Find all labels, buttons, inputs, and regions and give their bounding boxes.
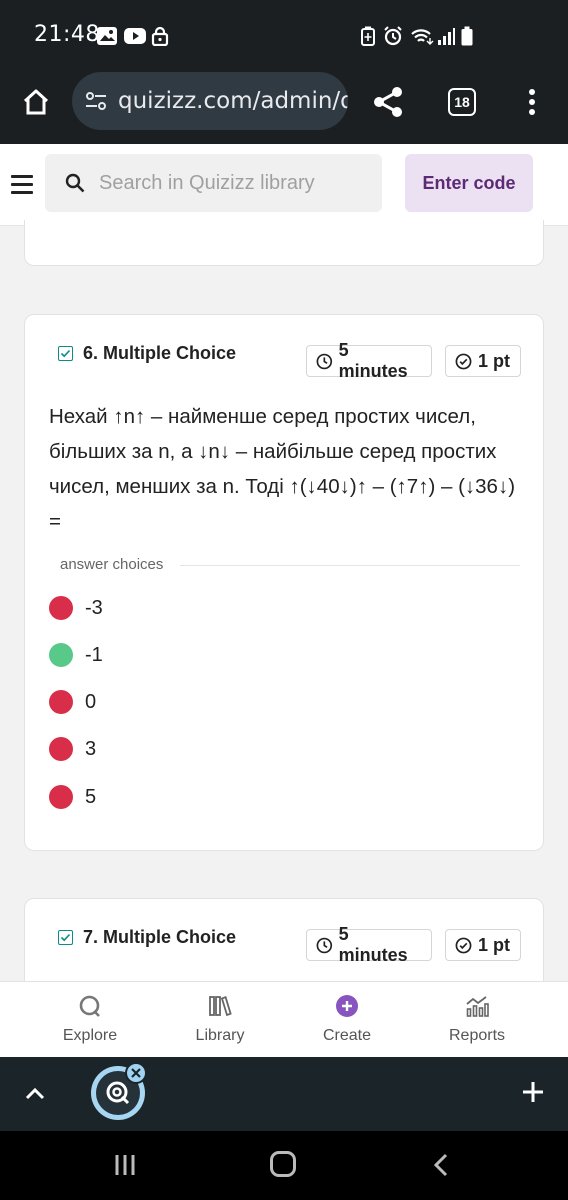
app-bottom-nav: Explore Library Create Reports [0, 981, 568, 1057]
system-home-icon[interactable] [270, 1151, 296, 1177]
home-button[interactable] [16, 82, 56, 122]
answer-value: 3 [85, 737, 97, 760]
answer-choice: -1 [49, 642, 103, 668]
library-icon [209, 996, 232, 1017]
address-bar-row: quizizz.com/admin/quiz 18 [0, 72, 568, 132]
incorrect-indicator [49, 785, 73, 809]
back-icon[interactable] [432, 1152, 450, 1178]
reports-icon [466, 996, 489, 1017]
question-header: 7. Multiple Choice [58, 927, 236, 948]
browser-chrome: 21:48 quizizz.com/admin/quiz 18 [0, 0, 568, 144]
create-plus-icon [336, 995, 358, 1017]
system-nav-bar [0, 1131, 568, 1200]
more-menu-button[interactable] [520, 86, 544, 118]
search-icon [65, 173, 85, 193]
chevron-up-icon[interactable] [22, 1081, 48, 1107]
more-vert-icon [529, 89, 535, 115]
battery-saver-icon [361, 26, 375, 46]
divider [180, 565, 520, 566]
nav-item-explore[interactable]: Explore [30, 982, 150, 1058]
incorrect-indicator [49, 690, 73, 714]
points-badge: 1 pt [445, 345, 521, 377]
answer-choice: 0 [49, 689, 96, 715]
browser-bottom-toolbar [0, 1057, 568, 1131]
points-badge: 1 pt [445, 929, 521, 961]
check-circle-icon [455, 353, 472, 369]
nav-label: Create [322, 1027, 372, 1044]
answer-value: -3 [85, 596, 103, 619]
url-text: quizizz.com/admin/quiz [118, 88, 348, 114]
search-placeholder: Search in Quizizz library [99, 171, 315, 194]
question-title: 7. Multiple Choice [83, 927, 237, 947]
multiple-choice-icon [58, 346, 73, 361]
points-value: 1 pt [478, 934, 511, 955]
share-icon [374, 87, 402, 117]
time-value: 5 minutes [338, 924, 408, 965]
question-title: 6. Multiple Choice [83, 343, 237, 363]
nav-item-reports[interactable]: Reports [417, 982, 537, 1058]
nav-item-library[interactable]: Library [160, 982, 280, 1058]
home-icon [23, 89, 49, 115]
nav-label: Explore [62, 1027, 118, 1044]
status-time: 21:48 [34, 22, 100, 47]
address-bar[interactable]: quizizz.com/admin/quiz [72, 72, 348, 130]
share-button[interactable] [370, 84, 406, 120]
clock-icon [316, 353, 333, 369]
signal-icon [438, 28, 455, 45]
tabs-button[interactable]: 18 [448, 88, 476, 116]
nav-label: Library [195, 1027, 245, 1044]
youtube-icon [124, 28, 146, 44]
site-header: Search in Quizizz library Enter code [0, 144, 568, 226]
enter-code-button[interactable]: Enter code [405, 154, 533, 212]
new-tab-plus-icon[interactable] [520, 1079, 546, 1105]
question-header: 6. Multiple Choice [58, 343, 236, 364]
answer-choice: 5 [49, 784, 96, 810]
time-badge: 5 minutes [306, 340, 432, 381]
time-value: 5 minutes [338, 340, 408, 381]
correct-indicator [49, 643, 73, 667]
quizizz-logo-icon [106, 1081, 130, 1105]
previous-question-card [24, 220, 544, 266]
answer-choices-label: answer choices [60, 556, 164, 573]
search-input[interactable]: Search in Quizizz library [45, 154, 382, 212]
answer-value: 0 [85, 690, 97, 713]
alarm-icon [384, 26, 402, 46]
check-circle-icon [455, 937, 472, 953]
image-icon [97, 27, 117, 45]
incorrect-indicator [49, 737, 73, 761]
answer-value: -1 [85, 643, 103, 666]
nav-label: Reports [448, 1027, 506, 1044]
nav-item-create[interactable]: Create [287, 982, 407, 1058]
incorrect-indicator [49, 596, 73, 620]
close-icon [131, 1068, 141, 1078]
question-card: 6. Multiple Choice 5 minutes 1 pt Нехай … [24, 314, 544, 851]
answer-choice: -3 [49, 595, 103, 621]
time-badge: 5 minutes [306, 924, 432, 965]
hamburger-menu-icon[interactable] [11, 175, 33, 194]
lock-icon [151, 26, 169, 46]
battery-icon [461, 26, 473, 46]
site-settings-icon[interactable] [84, 89, 108, 113]
clock-icon [316, 937, 333, 953]
close-bubble-button[interactable] [125, 1062, 147, 1084]
multiple-choice-icon [58, 930, 73, 945]
wifi-icon [411, 29, 434, 45]
points-value: 1 pt [478, 350, 511, 371]
recent-apps-icon[interactable] [113, 1153, 137, 1177]
status-bar: 21:48 [0, 0, 568, 72]
answer-choice: 3 [49, 736, 96, 762]
tab-count: 18 [454, 94, 470, 110]
question-text: Нехай ↑n↑ – найменше серед простих чисел… [49, 405, 516, 533]
explore-icon [79, 995, 100, 1017]
answer-value: 5 [85, 785, 97, 808]
